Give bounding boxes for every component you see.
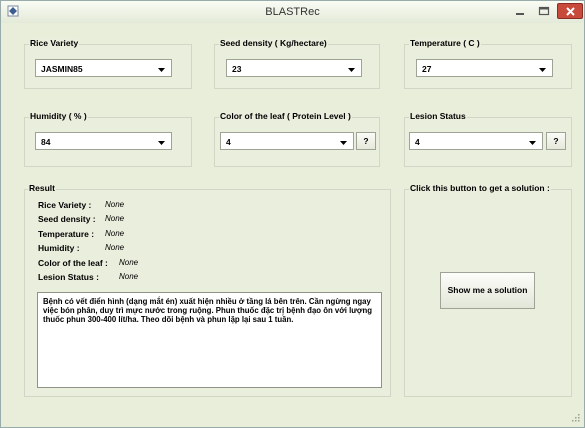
humidity-label: Humidity ( % ) xyxy=(29,111,88,121)
chevron-down-icon xyxy=(539,66,546,75)
lesion-status-select[interactable]: 4 xyxy=(409,132,543,150)
result-value: None xyxy=(105,243,125,252)
result-key: Temperature : xyxy=(38,229,95,239)
result-row-humidity: Humidity : None xyxy=(38,243,124,253)
result-row-rice-variety: Rice Variety : None xyxy=(38,200,124,210)
result-row-lesion-status: Lesion Status : None xyxy=(38,272,138,282)
leaf-color-value: 4 xyxy=(226,136,231,147)
result-row-temperature: Temperature : None xyxy=(38,229,124,239)
seed-density-value: 23 xyxy=(232,63,242,74)
humidity-value: 84 xyxy=(41,136,51,147)
title-bar[interactable]: BLASTRec xyxy=(1,1,584,23)
result-value: None xyxy=(119,258,139,267)
temperature-label: Temperature ( C ) xyxy=(409,38,481,48)
result-key: Seed density : xyxy=(38,214,96,224)
leaf-color-help-button[interactable]: ? xyxy=(356,132,376,150)
solution-text-area[interactable]: Bệnh có vết điển hình (dạng mắt én) xuất… xyxy=(37,292,382,388)
result-label: Result xyxy=(28,183,56,193)
rice-variety-value: JASMIN85 xyxy=(41,63,83,74)
result-key: Humidity : xyxy=(38,243,80,253)
lesion-status-label: Lesion Status xyxy=(409,111,467,121)
result-value: None xyxy=(105,200,125,209)
lesion-status-value: 4 xyxy=(415,136,420,147)
chevron-down-icon xyxy=(529,139,536,148)
lesion-status-help-button[interactable]: ? xyxy=(546,132,566,150)
result-key: Lesion Status : xyxy=(38,272,99,282)
temperature-select[interactable]: 27 xyxy=(416,59,553,77)
rice-variety-label: Rice Variety xyxy=(29,38,80,48)
window-title: BLASTRec xyxy=(265,6,320,18)
chevron-down-icon xyxy=(158,66,165,75)
seed-density-select[interactable]: 23 xyxy=(226,59,362,77)
minimize-button[interactable] xyxy=(509,3,531,19)
solution-label: Click this button to get a solution : xyxy=(409,183,551,193)
maximize-button[interactable] xyxy=(533,3,555,19)
temperature-value: 27 xyxy=(422,63,432,74)
result-value: None xyxy=(105,229,125,238)
chevron-down-icon xyxy=(348,66,355,75)
rice-variety-select[interactable]: JASMIN85 xyxy=(35,59,172,77)
seed-density-label: Seed density ( Kg/hectare) xyxy=(219,38,328,48)
result-key: Color of the leaf : xyxy=(38,258,108,268)
chevron-down-icon xyxy=(340,139,347,148)
leaf-color-select[interactable]: 4 xyxy=(220,132,354,150)
humidity-select[interactable]: 84 xyxy=(35,132,172,150)
result-row-leaf-color: Color of the leaf : None xyxy=(38,258,138,268)
app-window: BLASTRec Rice Variety JASMIN85 Seed dens… xyxy=(0,0,585,428)
close-button[interactable] xyxy=(557,3,583,19)
result-key: Rice Variety : xyxy=(38,200,92,210)
leaf-color-label: Color of the leaf ( Protein Level ) xyxy=(219,111,352,121)
result-value: None xyxy=(119,272,139,281)
result-value: None xyxy=(105,214,125,223)
chevron-down-icon xyxy=(158,139,165,148)
show-solution-button[interactable]: Show me a solution xyxy=(440,272,535,309)
resize-grip-icon[interactable] xyxy=(571,413,580,424)
result-row-seed-density: Seed density : None xyxy=(38,214,124,224)
